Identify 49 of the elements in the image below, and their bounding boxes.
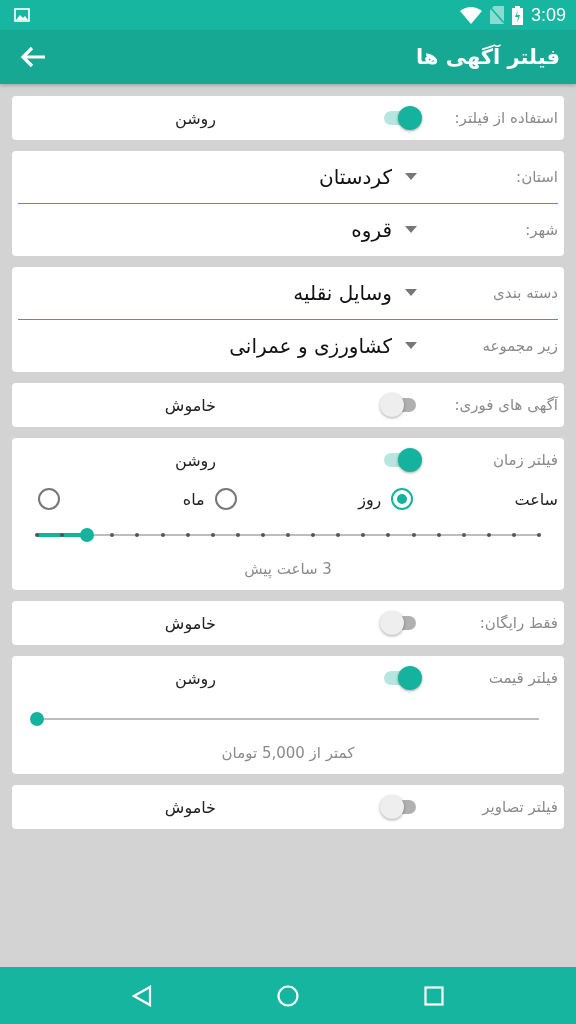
field-label: شهر: xyxy=(524,221,558,239)
wifi-icon xyxy=(459,6,482,24)
dropdown-value: کردستان xyxy=(318,165,392,189)
radio-button[interactable] xyxy=(38,488,60,510)
back-arrow-icon xyxy=(20,46,46,68)
dropdown-value: قروه xyxy=(351,218,392,242)
setting-label: فقط رایگان: xyxy=(478,614,558,632)
dropdown-field[interactable]: زیر مجموعه کشاورزی و عمرانی xyxy=(18,320,558,372)
radio-label: ماه xyxy=(182,489,205,509)
setting-label: فیلتر تصاویر xyxy=(480,798,558,816)
back-button[interactable] xyxy=(20,46,46,68)
dropdown-arrow-icon xyxy=(404,342,418,350)
slider-value-text: 3 ساعت پیش xyxy=(244,560,332,578)
no-sim-icon xyxy=(489,6,504,24)
dropdown-field[interactable]: دسته بندی وسایل نقلیه xyxy=(18,267,558,320)
setting-label: آگهی های فوری: xyxy=(453,396,558,414)
battery-icon xyxy=(511,5,523,25)
dropdown-value: وسایل نقلیه xyxy=(293,281,392,305)
back-nav-button[interactable] xyxy=(132,984,153,1007)
setting-label: فیلتر قیمت xyxy=(487,669,558,687)
clock-time: 3:09 xyxy=(530,4,566,26)
radio-button[interactable] xyxy=(214,488,237,510)
setting-label: فیلتر زمان xyxy=(491,451,558,469)
toggle-state-text: روشن xyxy=(174,108,216,128)
field-label: زیر مجموعه xyxy=(481,337,558,355)
dropdown-value: کشاورزی و عمرانی xyxy=(229,334,392,358)
toggle-state-text: خاموش xyxy=(164,395,216,415)
toggle-state-text: خاموش xyxy=(164,613,216,633)
radio-label: ساعت xyxy=(514,489,558,509)
screen-title: فیلتر آگهی ها xyxy=(415,45,560,69)
slider-value-text: کمتر از 5,000 تومان xyxy=(221,744,355,762)
radio-label: روز xyxy=(358,489,382,509)
recents-nav-button[interactable] xyxy=(423,985,444,1006)
toggle-state-text: روشن xyxy=(174,668,216,688)
slider-thumb[interactable] xyxy=(80,528,95,542)
field-label: دسته بندی xyxy=(492,284,558,302)
field-label: استان: xyxy=(515,168,558,186)
dropdown-arrow-icon xyxy=(404,226,418,234)
toggle-state-text: روشن xyxy=(174,450,216,470)
dropdown-field[interactable]: شهر: قروه xyxy=(18,204,558,256)
dropdown-arrow-icon xyxy=(404,173,418,181)
toggle-state-text: خاموش xyxy=(164,797,216,817)
setting-label: استفاده از فیلتر: xyxy=(453,109,558,127)
slider-thumb[interactable] xyxy=(30,712,44,726)
home-nav-button[interactable] xyxy=(277,984,299,1007)
radio-button[interactable] xyxy=(391,488,414,510)
dropdown-field[interactable]: استان: کردستان xyxy=(18,151,558,204)
dropdown-arrow-icon xyxy=(404,289,418,297)
image-icon xyxy=(14,8,30,22)
